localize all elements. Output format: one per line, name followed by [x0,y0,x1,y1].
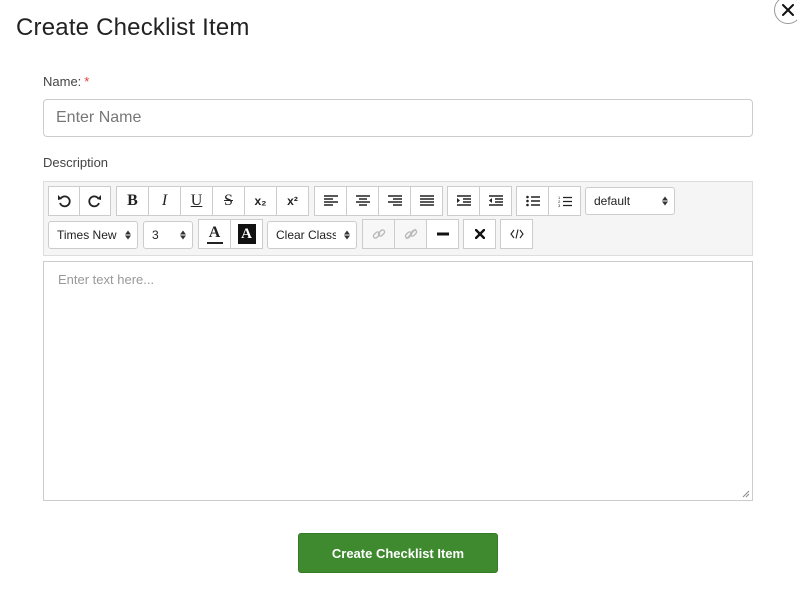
unlink-icon [404,228,417,240]
name-label-text: Name: [43,74,82,89]
close-icon [782,4,794,16]
dialog-title: Create Checklist Item [16,14,250,41]
align-justify-icon [419,195,434,206]
font-color-letter: A [208,223,221,241]
align-right-icon [387,195,402,206]
numbered-list-button[interactable]: 123 [548,186,581,216]
paragraph-style-select[interactable]: default [585,187,675,215]
select-arrows-icon [344,230,350,240]
font-family-select[interactable]: Times New Roman [48,221,138,249]
undo-icon [58,195,71,208]
underline-button[interactable]: U [180,186,213,216]
bullet-list-icon [525,195,540,207]
background-color-button[interactable]: A [230,219,263,249]
indent-icon [456,195,471,206]
code-icon [509,229,524,239]
indent-button[interactable] [447,186,480,216]
outdent-icon [488,195,503,206]
numbered-list-icon: 123 [558,195,572,208]
undo-button[interactable] [48,186,80,216]
close-button[interactable] [774,0,797,24]
required-mark: * [84,74,90,89]
font-size-value: 3 [152,228,159,242]
horizontal-rule-button[interactable] [426,219,459,249]
select-arrows-icon [662,196,668,206]
font-size-select[interactable]: 3 [143,221,193,249]
description-editor[interactable]: Enter text here... [43,261,753,501]
superscript-button[interactable]: x² [276,186,309,216]
select-arrows-icon [125,230,131,240]
subscript-button[interactable]: x₂ [244,186,277,216]
background-color-letter: A [237,224,256,244]
unlink-button[interactable] [394,219,427,249]
name-input[interactable] [43,99,753,137]
svg-text:3: 3 [558,203,561,208]
align-left-icon [323,195,338,206]
class-select-value: Clear Class [276,228,336,242]
align-right-button[interactable] [378,186,411,216]
align-justify-button[interactable] [410,186,443,216]
link-icon [372,229,385,239]
outdent-button[interactable] [479,186,512,216]
bold-button[interactable]: B [116,186,149,216]
italic-button[interactable]: I [148,186,181,216]
resize-handle-icon[interactable] [742,490,750,498]
redo-icon [88,195,101,208]
insert-link-button[interactable] [362,219,395,249]
font-color-button[interactable]: A [198,219,231,249]
horizontal-rule-icon [436,232,449,236]
description-label: Description [43,155,109,170]
editor-placeholder: Enter text here... [58,272,155,287]
strikethrough-button[interactable]: S [212,186,245,216]
remove-format-icon [474,229,485,239]
font-color-underline [206,241,223,244]
font-family-value: Times New Roman [57,228,117,242]
code-view-button[interactable] [500,219,533,249]
editor-toolbar: B I U S x₂ x² 123 default Times New Roma… [43,181,753,256]
remove-format-button[interactable] [463,219,496,249]
create-checklist-item-button[interactable]: Create Checklist Item [298,533,498,573]
name-label: Name: * [43,74,89,89]
redo-button[interactable] [79,186,111,216]
class-select[interactable]: Clear Class [267,221,357,249]
align-left-button[interactable] [314,186,347,216]
align-center-icon [355,195,370,206]
select-arrows-icon [180,230,186,240]
paragraph-style-value: default [594,194,631,208]
bullet-list-button[interactable] [516,186,549,216]
align-center-button[interactable] [346,186,379,216]
